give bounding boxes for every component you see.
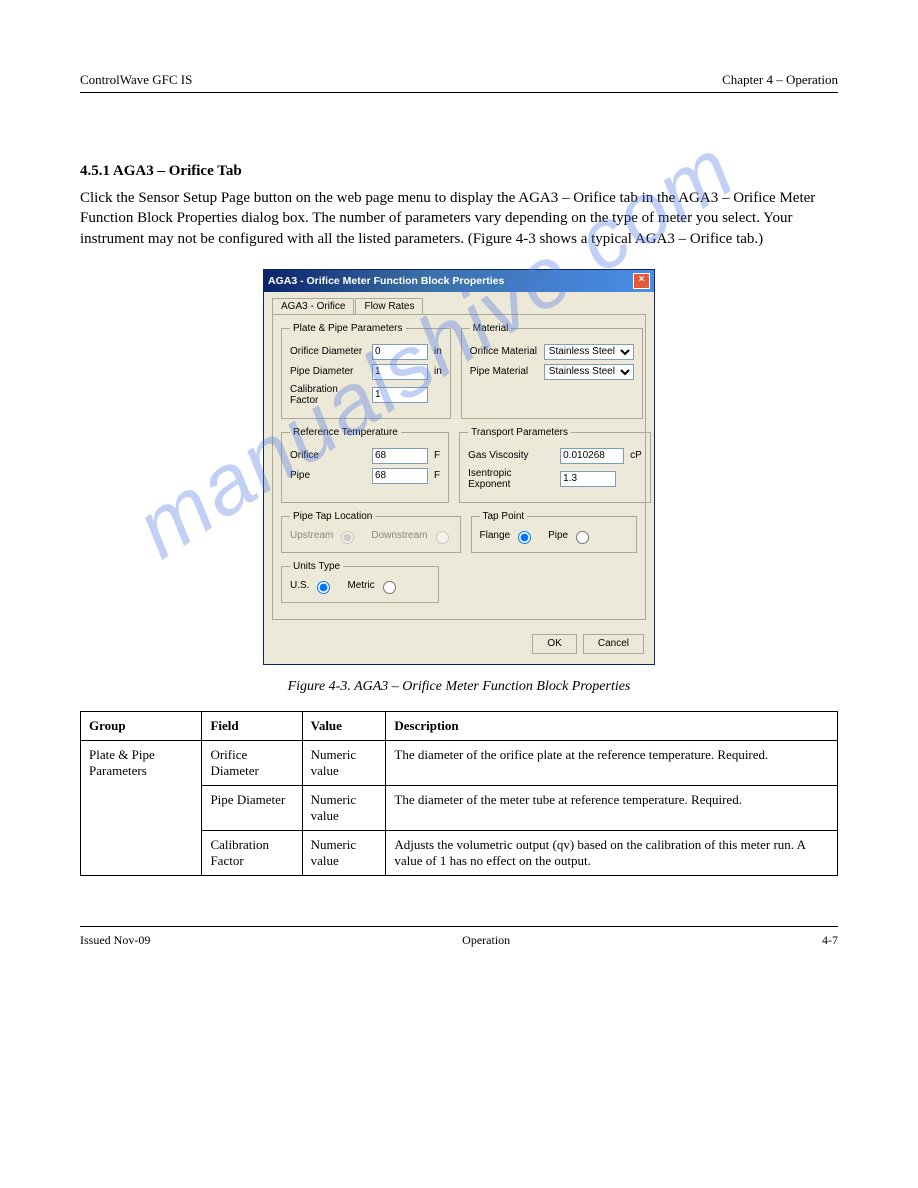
group-plate-pipe: Plate & Pipe Parameters Orifice Diameter… bbox=[281, 323, 451, 419]
footer-left: Issued Nov-09 bbox=[80, 933, 150, 948]
input-reftemp-pipe[interactable] bbox=[372, 468, 428, 484]
page-header: ControlWave GFC IS Chapter 4 – Operation bbox=[80, 60, 838, 93]
cell-value: Numeric value bbox=[302, 830, 386, 875]
legend-tap-point: Tap Point bbox=[480, 511, 528, 522]
select-pipe-material[interactable]: Stainless Steel bbox=[544, 364, 634, 380]
cell-field: Calibration Factor bbox=[202, 830, 302, 875]
input-calibration-factor[interactable] bbox=[372, 387, 428, 403]
footer-center: Operation bbox=[462, 933, 510, 948]
table-row: Plate & Pipe Parameters Orifice Diameter… bbox=[81, 740, 838, 785]
close-icon[interactable]: × bbox=[633, 273, 650, 289]
group-pipe-tap-location: Pipe Tap Location Upstream Downstream bbox=[281, 511, 461, 553]
cell-value: Numeric value bbox=[302, 785, 386, 830]
th-field: Field bbox=[202, 711, 302, 740]
label-pipe-material: Pipe Material bbox=[470, 366, 540, 377]
cancel-button[interactable]: Cancel bbox=[583, 634, 644, 654]
legend-plate-pipe: Plate & Pipe Parameters bbox=[290, 323, 406, 334]
cell-desc: The diameter of the orifice plate at the… bbox=[386, 740, 838, 785]
input-gas-viscosity[interactable] bbox=[560, 448, 624, 464]
cell-field: Orifice Diameter bbox=[202, 740, 302, 785]
tab-flow-rates[interactable]: Flow Rates bbox=[355, 298, 423, 314]
figure-caption: Figure 4-3. AGA3 – Orifice Meter Functio… bbox=[80, 679, 838, 695]
group-tap-point: Tap Point Flange Pipe bbox=[471, 511, 638, 553]
unit-in-2: in bbox=[434, 366, 442, 377]
unit-in-1: in bbox=[434, 346, 442, 357]
input-isentropic[interactable] bbox=[560, 471, 616, 487]
th-group: Group bbox=[81, 711, 202, 740]
label-orifice-diameter: Orifice Diameter bbox=[290, 346, 368, 357]
cell-desc: Adjusts the volumetric output (qv) based… bbox=[386, 830, 838, 875]
label-pipe-diameter: Pipe Diameter bbox=[290, 366, 368, 377]
legend-transport: Transport Parameters bbox=[468, 427, 571, 438]
header-left: ControlWave GFC IS bbox=[80, 72, 192, 88]
unit-f-1: F bbox=[434, 450, 440, 461]
footer-right: 4-7 bbox=[822, 933, 838, 948]
body-paragraph: Click the Sensor Setup Page button on th… bbox=[80, 188, 838, 249]
dialog-window: AGA3 - Orifice Meter Function Block Prop… bbox=[263, 269, 655, 665]
th-value: Value bbox=[302, 711, 386, 740]
label-calibration-factor: Calibration Factor bbox=[290, 384, 368, 406]
group-material: Material Orifice Material Stainless Stee… bbox=[461, 323, 643, 419]
unit-cp: cP bbox=[630, 450, 642, 461]
radio-upstream: Upstream bbox=[290, 528, 357, 544]
header-right: Chapter 4 – Operation bbox=[722, 72, 838, 88]
radio-metric[interactable]: Metric bbox=[347, 578, 398, 594]
tab-strip: AGA3 - Orifice Flow Rates bbox=[272, 298, 646, 314]
label-reftemp-orifice: Orifice bbox=[290, 450, 368, 461]
section-title: 4.5.1 AGA3 – Orifice Tab bbox=[80, 163, 242, 179]
cell-group: Plate & Pipe Parameters bbox=[81, 740, 202, 875]
tab-body: Plate & Pipe Parameters Orifice Diameter… bbox=[272, 314, 646, 620]
cell-desc: The diameter of the meter tube at refere… bbox=[386, 785, 838, 830]
titlebar: AGA3 - Orifice Meter Function Block Prop… bbox=[264, 270, 654, 292]
legend-ref-temp: Reference Temperature bbox=[290, 427, 401, 438]
radio-pipe[interactable]: Pipe bbox=[548, 528, 592, 544]
label-reftemp-pipe: Pipe bbox=[290, 470, 368, 481]
th-desc: Description bbox=[386, 711, 838, 740]
group-ref-temp: Reference Temperature Orifice F Pipe F bbox=[281, 427, 449, 503]
ok-button[interactable]: OK bbox=[532, 634, 576, 654]
legend-material: Material bbox=[470, 323, 512, 334]
radio-flange[interactable]: Flange bbox=[480, 528, 535, 544]
label-gas-viscosity: Gas Viscosity bbox=[468, 450, 556, 461]
legend-pipe-tap: Pipe Tap Location bbox=[290, 511, 375, 522]
input-pipe-diameter[interactable] bbox=[372, 364, 428, 380]
label-orifice-material: Orifice Material bbox=[470, 346, 540, 357]
radio-downstream: Downstream bbox=[371, 528, 451, 544]
legend-units: Units Type bbox=[290, 561, 343, 572]
group-units-type: Units Type U.S. Metric bbox=[281, 561, 439, 603]
cell-value: Numeric value bbox=[302, 740, 386, 785]
group-transport: Transport Parameters Gas Viscosity cP Is… bbox=[459, 427, 651, 503]
parameters-table: Group Field Value Description Plate & Pi… bbox=[80, 711, 838, 876]
select-orifice-material[interactable]: Stainless Steel bbox=[544, 344, 634, 360]
section-heading: 4.5.1 AGA3 – Orifice Tab bbox=[80, 163, 838, 180]
input-reftemp-orifice[interactable] bbox=[372, 448, 428, 464]
page-footer: Issued Nov-09 Operation 4-7 bbox=[80, 926, 838, 948]
tab-aga3-orifice[interactable]: AGA3 - Orifice bbox=[272, 298, 354, 314]
dialog-title: AGA3 - Orifice Meter Function Block Prop… bbox=[268, 275, 504, 287]
unit-f-2: F bbox=[434, 470, 440, 481]
label-isentropic: Isentropic Exponent bbox=[468, 468, 556, 490]
cell-field: Pipe Diameter bbox=[202, 785, 302, 830]
input-orifice-diameter[interactable] bbox=[372, 344, 428, 360]
radio-us[interactable]: U.S. bbox=[290, 578, 333, 594]
